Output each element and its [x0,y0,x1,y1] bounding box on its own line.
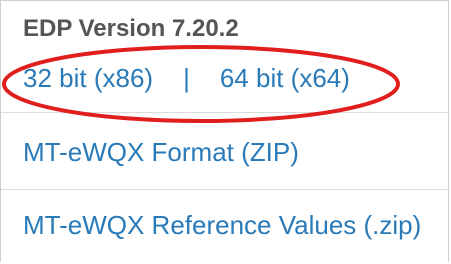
download-64bit-link[interactable]: 64 bit (x64) [220,63,350,93]
edp-version-section: EDP Version 7.20.2 32 bit (x86) | 64 bit (… [1,1,450,113]
installer-links-row: 32 bit (x86) | 64 bit (x64) [23,63,350,94]
version-title: EDP Version 7.20.2 [23,15,239,42]
reference-values-section: MT-eWQX Reference Values (.zip) [1,190,450,263]
download-format-zip-link[interactable]: MT-eWQX Format (ZIP) [23,137,299,168]
download-panel: EDP Version 7.20.2 32 bit (x86) | 64 bit (… [0,0,450,263]
download-reference-values-link[interactable]: MT-eWQX Reference Values (.zip) [23,210,421,241]
link-separator: | [183,63,190,93]
download-32bit-link[interactable]: 32 bit (x86) [23,63,153,93]
format-zip-section: MT-eWQX Format (ZIP) [1,113,450,190]
